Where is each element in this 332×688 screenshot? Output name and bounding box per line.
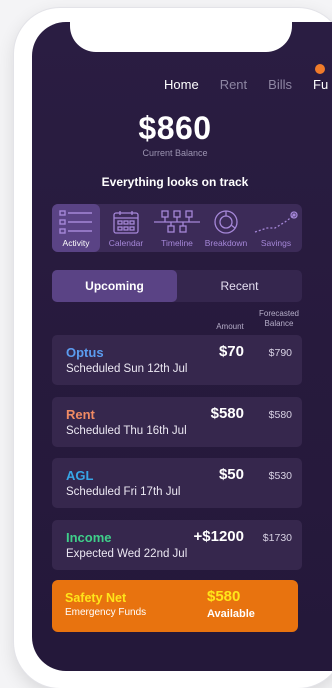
calendar-icon [113, 211, 139, 234]
transaction-name: Optus [66, 345, 104, 360]
safety-net-subtitle: Emergency Funds [65, 607, 147, 618]
transaction-schedule: Scheduled Thu 16th Jul [66, 425, 187, 437]
transaction-schedule: Expected Wed 22nd Jul [66, 548, 188, 560]
transaction-name: AGL [66, 468, 94, 483]
view-tab-breakdown[interactable]: Breakdown [202, 204, 250, 252]
transaction-row-agl[interactable]: AGL Scheduled Fri 17th Jul $50 $530 [52, 458, 302, 508]
view-tab-savings[interactable]: Savings [250, 204, 302, 252]
transaction-name: Income [66, 530, 112, 545]
phone-notch [70, 22, 292, 52]
safety-net-card[interactable]: Safety Net Emergency Funds $580 Availabl… [52, 580, 298, 632]
nav-tab-bills[interactable]: Bills [268, 77, 292, 92]
view-tab-calendar[interactable]: Calendar [100, 204, 152, 252]
timeline-icon [154, 210, 200, 233]
nav-tab-future[interactable]: Fu [313, 77, 328, 92]
transaction-forecast-balance: $530 [268, 470, 292, 482]
view-tab-label: Calendar [108, 238, 144, 248]
transaction-name: Rent [66, 407, 95, 422]
column-header-forecasted: Forecasted [258, 309, 300, 318]
view-tab-label: Breakdown [204, 238, 248, 248]
transaction-forecast-balance: $790 [268, 347, 292, 359]
top-nav: Home Rent Bills Fu [164, 77, 332, 92]
column-header-forecasted-balance: Forecasted Balance [256, 309, 302, 329]
safety-net-title: Safety Net [65, 591, 127, 605]
status-message: Everything looks on track [101, 175, 249, 189]
current-balance-amount: $860 [138, 110, 212, 146]
safety-net-status: Available [207, 608, 255, 620]
view-tab-label: Activity [62, 238, 90, 248]
transaction-row-income[interactable]: Income Expected Wed 22nd Jul +$1200 $173… [52, 520, 302, 570]
current-balance-label: Current Balance [142, 148, 208, 158]
transaction-amount: $50 [218, 466, 244, 483]
transaction-amount: $70 [218, 343, 244, 360]
view-selector: Activity Calendar Timeline Breakdown Sav… [52, 204, 302, 252]
tab-upcoming[interactable]: Upcoming [52, 270, 177, 302]
savings-trend-icon [254, 211, 298, 233]
app-screen: Home Rent Bills Fu $860 Current Balance … [32, 22, 332, 671]
transaction-schedule: Scheduled Sun 12th Jul [66, 363, 188, 375]
transaction-forecast-balance: $1730 [262, 532, 292, 544]
activity-list-icon [59, 210, 92, 234]
view-tab-label: Timeline [161, 238, 193, 248]
safety-net-amount: $580 [207, 588, 241, 605]
view-tab-timeline[interactable]: Timeline [152, 204, 202, 252]
nav-tab-home[interactable]: Home [164, 77, 199, 92]
nav-tab-rent[interactable]: Rent [220, 77, 247, 92]
list-filter-toggle: Upcoming Recent [52, 270, 302, 302]
column-header-amount: Amount [216, 322, 244, 331]
transaction-row-optus[interactable]: Optus Scheduled Sun 12th Jul $70 $790 [52, 335, 302, 385]
view-tab-label: Savings [260, 238, 292, 248]
breakdown-donut-icon [214, 210, 238, 234]
transaction-row-rent[interactable]: Rent Scheduled Thu 16th Jul $580 $580 [52, 397, 302, 447]
transaction-amount: $580 [210, 405, 244, 422]
column-header-balance: Balance [264, 319, 294, 328]
transaction-amount: +$1200 [193, 528, 244, 545]
tab-recent[interactable]: Recent [177, 270, 302, 302]
transaction-forecast-balance: $580 [268, 409, 292, 421]
view-tab-activity[interactable]: Activity [52, 204, 100, 252]
transaction-schedule: Scheduled Fri 17th Jul [66, 486, 181, 498]
notification-dot [315, 64, 325, 74]
